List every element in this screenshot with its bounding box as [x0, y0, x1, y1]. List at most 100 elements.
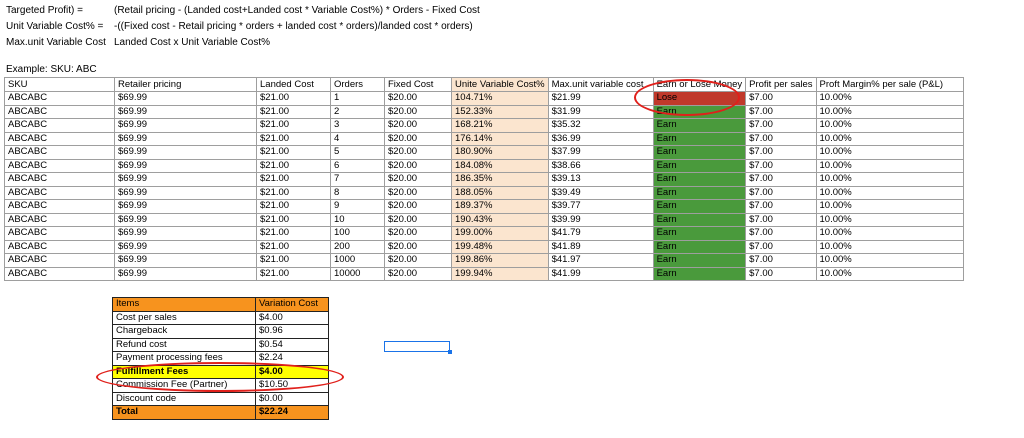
table-cell[interactable]: Earn [652, 266, 747, 281]
table-cell[interactable]: 4 [330, 131, 385, 146]
table-cell[interactable]: $20.00 [384, 104, 452, 119]
table-cell[interactable]: ABCABC [4, 104, 115, 119]
table-cell[interactable]: 200 [330, 239, 385, 254]
table-cell[interactable]: $20.00 [384, 91, 452, 106]
table-cell[interactable]: $39.13 [547, 172, 654, 187]
table-cell[interactable]: $20.00 [384, 212, 452, 227]
table-cell[interactable]: ABCABC [4, 226, 115, 241]
table-cell[interactable]: 10.00% [815, 158, 964, 173]
table-cell[interactable]: $20.00 [384, 185, 452, 200]
table-cell[interactable]: $20.00 [384, 239, 452, 254]
table-cell[interactable]: 10.00% [815, 253, 964, 268]
cost-total-cell[interactable]: $22.24 [255, 405, 329, 420]
table-cell[interactable]: $37.99 [547, 145, 654, 160]
table-cell[interactable]: $20.00 [384, 266, 452, 281]
formula-label[interactable]: Targeted Profit) = [6, 3, 83, 18]
table-cell[interactable]: $21.00 [256, 199, 331, 214]
table-cell[interactable]: 189.37% [451, 199, 549, 214]
selected-cell[interactable] [384, 341, 450, 352]
cost-cell[interactable]: $0.00 [255, 391, 329, 406]
table-cell[interactable]: 2 [330, 104, 385, 119]
table-cell[interactable]: $21.00 [256, 104, 331, 119]
formula-label[interactable]: Unit Variable Cost% = [6, 19, 103, 34]
table-cell[interactable]: 10.00% [815, 266, 964, 281]
table-cell[interactable]: $21.00 [256, 158, 331, 173]
table-cell[interactable]: 199.94% [451, 266, 549, 281]
column-header[interactable]: Proft Margin% per sale (P&L) [815, 77, 964, 92]
table-cell[interactable]: ABCABC [4, 91, 115, 106]
table-cell[interactable]: 5 [330, 145, 385, 160]
table-cell[interactable]: Earn [652, 145, 747, 160]
example-label[interactable]: Example: SKU: ABC [6, 64, 97, 76]
table-cell[interactable]: $69.99 [114, 239, 257, 254]
table-cell[interactable]: $35.32 [547, 118, 654, 133]
column-header[interactable]: Landed Cost [256, 77, 331, 92]
table-cell[interactable]: 3 [330, 118, 385, 133]
table-cell[interactable]: ABCABC [4, 266, 115, 281]
table-cell[interactable]: $69.99 [114, 185, 257, 200]
table-cell[interactable]: 6 [330, 158, 385, 173]
table-cell[interactable]: $69.99 [114, 199, 257, 214]
table-cell[interactable]: $41.97 [547, 253, 654, 268]
table-cell[interactable]: $21.00 [256, 185, 331, 200]
table-cell[interactable]: 10.00% [815, 104, 964, 119]
table-cell[interactable]: $7.00 [745, 185, 817, 200]
table-cell[interactable]: ABCABC [4, 212, 115, 227]
table-cell[interactable]: 199.48% [451, 239, 549, 254]
table-cell[interactable]: 10 [330, 212, 385, 227]
table-cell[interactable]: Earn [652, 118, 747, 133]
table-cell[interactable]: $69.99 [114, 266, 257, 281]
table-cell[interactable]: 10.00% [815, 172, 964, 187]
table-cell[interactable]: Earn [652, 253, 747, 268]
table-cell[interactable]: 8 [330, 185, 385, 200]
table-cell[interactable]: Earn [652, 239, 747, 254]
table-cell[interactable]: 180.90% [451, 145, 549, 160]
cost-cell[interactable]: Discount code [112, 391, 256, 406]
table-cell[interactable]: $7.00 [745, 266, 817, 281]
table-cell[interactable]: ABCABC [4, 172, 115, 187]
table-cell[interactable]: $7.00 [745, 145, 817, 160]
table-cell[interactable]: $36.99 [547, 131, 654, 146]
table-cell[interactable]: ABCABC [4, 145, 115, 160]
column-header[interactable]: Orders [330, 77, 385, 92]
table-cell[interactable]: 10.00% [815, 185, 964, 200]
table-cell[interactable]: $7.00 [745, 226, 817, 241]
table-cell[interactable]: ABCABC [4, 185, 115, 200]
table-cell[interactable]: 186.35% [451, 172, 549, 187]
table-cell[interactable]: $69.99 [114, 118, 257, 133]
table-cell[interactable]: 190.43% [451, 212, 549, 227]
table-cell[interactable]: Earn [652, 185, 747, 200]
table-cell[interactable]: $20.00 [384, 199, 452, 214]
table-cell[interactable]: $21.00 [256, 131, 331, 146]
table-cell[interactable]: $21.00 [256, 91, 331, 106]
table-cell[interactable]: $39.77 [547, 199, 654, 214]
cost-cell[interactable]: Chargeback [112, 324, 256, 339]
table-cell[interactable]: 10.00% [815, 131, 964, 146]
table-cell[interactable]: $20.00 [384, 145, 452, 160]
table-cell[interactable]: 152.33% [451, 104, 549, 119]
table-cell[interactable]: $7.00 [745, 212, 817, 227]
table-cell[interactable]: $20.00 [384, 172, 452, 187]
table-cell[interactable]: $20.00 [384, 253, 452, 268]
table-cell[interactable]: 10.00% [815, 239, 964, 254]
table-cell[interactable]: Earn [652, 158, 747, 173]
table-cell[interactable]: 199.86% [451, 253, 549, 268]
table-cell[interactable]: Earn [652, 172, 747, 187]
table-cell[interactable]: $20.00 [384, 131, 452, 146]
table-cell[interactable]: $69.99 [114, 131, 257, 146]
cost-column-header[interactable]: Variation Cost [255, 297, 329, 312]
table-cell[interactable]: $69.99 [114, 212, 257, 227]
table-cell[interactable]: 104.71% [451, 91, 549, 106]
table-cell[interactable]: 10.00% [815, 145, 964, 160]
cost-total-cell[interactable]: Total [112, 405, 256, 420]
table-cell[interactable]: $7.00 [745, 172, 817, 187]
table-cell[interactable]: $21.00 [256, 226, 331, 241]
table-cell[interactable]: Earn [652, 226, 747, 241]
table-cell[interactable]: $7.00 [745, 91, 817, 106]
cost-column-header[interactable]: Items [112, 297, 256, 312]
table-cell[interactable]: $21.00 [256, 172, 331, 187]
table-cell[interactable]: $41.99 [547, 266, 654, 281]
column-header[interactable]: Profit per sales [745, 77, 817, 92]
table-cell[interactable]: ABCABC [4, 253, 115, 268]
table-cell[interactable]: $21.00 [256, 266, 331, 281]
